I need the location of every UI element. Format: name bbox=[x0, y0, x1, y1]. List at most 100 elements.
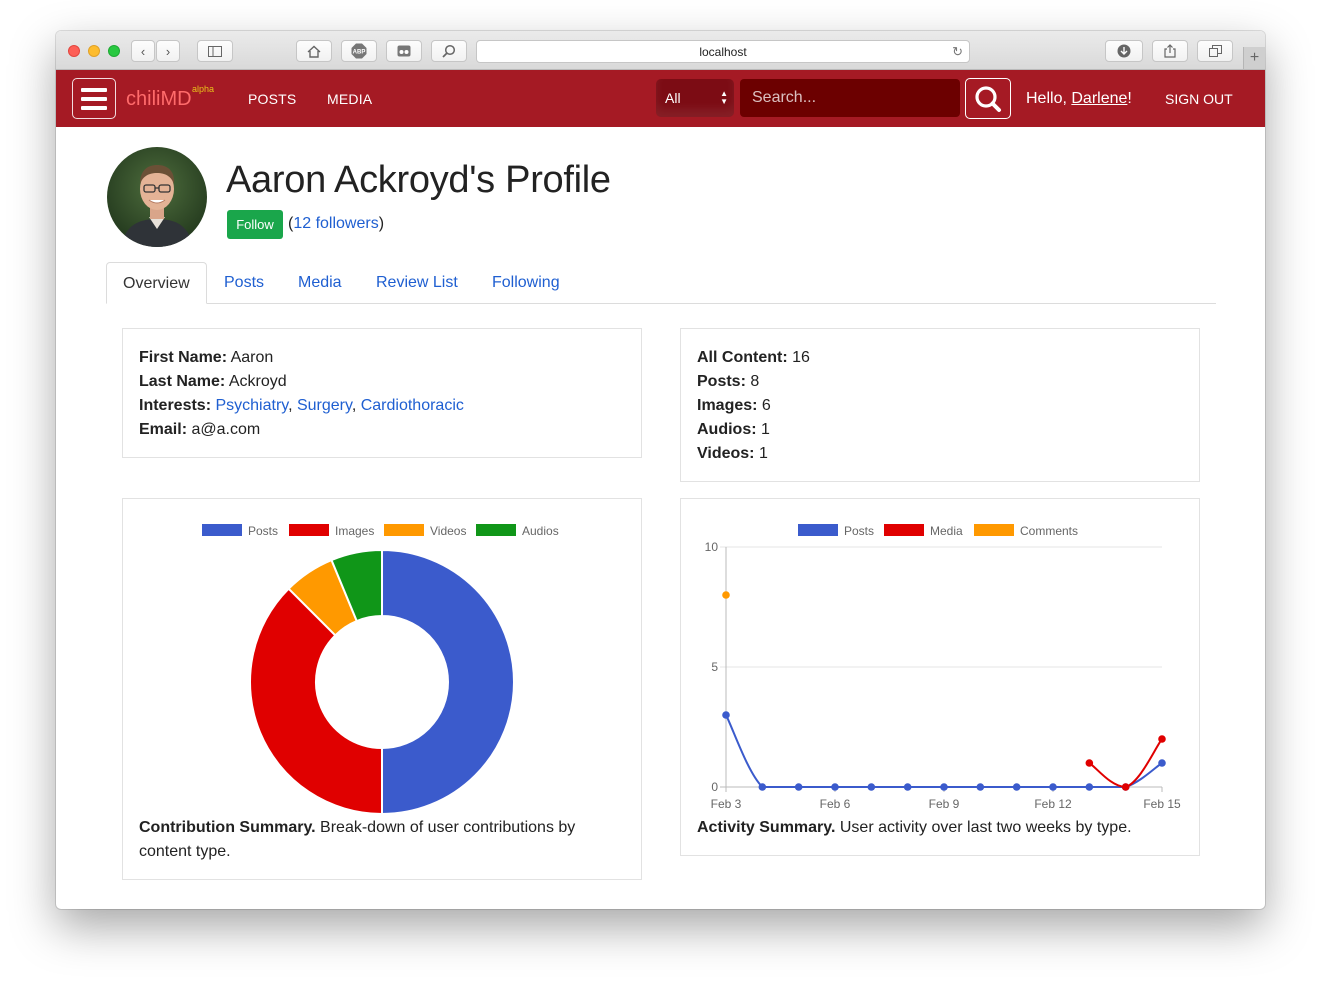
hamburger-icon-bar bbox=[81, 96, 107, 101]
legend-label: Images bbox=[335, 524, 374, 538]
zoom-window-button[interactable] bbox=[108, 45, 120, 57]
legend-swatch bbox=[289, 524, 329, 536]
tab-posts[interactable]: Posts bbox=[224, 262, 264, 304]
stat-row: All Content: 16 bbox=[697, 346, 1183, 370]
search-button[interactable] bbox=[965, 78, 1011, 119]
last-name-label: Last Name: bbox=[139, 373, 226, 390]
legend-swatch bbox=[884, 524, 924, 536]
last-name-row: Last Name: Ackroyd bbox=[139, 370, 625, 394]
adblock-button[interactable]: ABP bbox=[341, 40, 377, 62]
caption-text: User activity over last two weeks by typ… bbox=[839, 819, 1132, 836]
data-point bbox=[1049, 783, 1057, 791]
home-button[interactable] bbox=[296, 40, 332, 62]
legend-swatch bbox=[974, 524, 1014, 536]
close-window-button[interactable] bbox=[68, 45, 80, 57]
interest-link[interactable]: Cardiothoracic bbox=[361, 397, 464, 414]
sidebar-icon bbox=[208, 45, 222, 57]
new-tab-button[interactable]: + bbox=[1243, 47, 1265, 69]
data-point bbox=[1158, 759, 1166, 767]
first-name-value: Aaron bbox=[230, 349, 274, 366]
sidebar-toggle-button[interactable] bbox=[197, 40, 233, 62]
y-tick-label: 10 bbox=[705, 540, 719, 554]
contribution-chart: Posts Images Videos Audios bbox=[202, 524, 559, 816]
follow-button[interactable]: Follow bbox=[227, 210, 283, 239]
data-point bbox=[1121, 783, 1130, 791]
activity-card: Posts Media Comments 0 5 10 Feb 3 Feb 6 Feb 9 Feb… bbox=[680, 498, 1200, 856]
y-tick-label: 0 bbox=[711, 780, 718, 794]
url-text: localhost bbox=[699, 44, 747, 59]
tab-overview[interactable]: Overview bbox=[106, 262, 207, 304]
activity-chart: Posts Media Comments 0 5 10 Feb 3 Feb 6 Feb 9 Feb… bbox=[705, 524, 1181, 811]
tab-review-list[interactable]: Review List bbox=[376, 262, 458, 304]
stats-card: All Content: 16 Posts: 8 Images: 6 Audio… bbox=[680, 328, 1200, 482]
forward-button[interactable]: › bbox=[156, 40, 180, 62]
first-name-label: First Name: bbox=[139, 349, 228, 366]
data-point bbox=[794, 783, 803, 791]
activity-caption: Activity Summary. User activity over las… bbox=[697, 816, 1187, 840]
search-toolbar-button[interactable] bbox=[431, 40, 467, 62]
y-tick-label: 5 bbox=[711, 660, 718, 674]
legend-label: Media bbox=[930, 524, 963, 538]
minimize-window-button[interactable] bbox=[88, 45, 100, 57]
data-point bbox=[1085, 783, 1094, 791]
greeting: Hello, Darlene! bbox=[1026, 90, 1132, 108]
interests-label: Interests: bbox=[139, 397, 212, 414]
email-value: a@a.com bbox=[191, 421, 261, 438]
search-icon bbox=[975, 86, 1001, 112]
chevron-left-icon: ‹ bbox=[140, 43, 146, 59]
avatar-photo bbox=[107, 147, 207, 247]
stat-label: Images: bbox=[697, 397, 758, 414]
donut-slice bbox=[249, 587, 383, 816]
address-bar[interactable]: localhost ↻ bbox=[476, 40, 970, 63]
data-point bbox=[831, 783, 839, 791]
brand-name: chiliMD bbox=[126, 88, 192, 110]
last-name-value: Ackroyd bbox=[228, 373, 287, 390]
stat-label: Posts: bbox=[697, 373, 746, 390]
interest-link[interactable]: Surgery bbox=[297, 397, 352, 414]
legend-swatch bbox=[384, 524, 424, 536]
user-name-link[interactable]: Darlene bbox=[1071, 90, 1127, 107]
reload-icon[interactable]: ↻ bbox=[952, 44, 963, 60]
search-scope-select[interactable]: All ▲ ▼ bbox=[656, 79, 734, 117]
back-button[interactable]: ‹ bbox=[131, 40, 155, 62]
data-point bbox=[1085, 759, 1094, 767]
data-point bbox=[1158, 735, 1166, 743]
interests-row: Interests: Psychiatry, Surgery, Cardioth… bbox=[139, 397, 464, 414]
donut-slice bbox=[381, 548, 515, 816]
app-navbar: chiliMD alpha POSTS MEDIA All ▲ ▼ Search.… bbox=[56, 70, 1265, 127]
sign-out-link[interactable]: SIGN OUT bbox=[1165, 91, 1233, 107]
tab-media[interactable]: Media bbox=[298, 262, 342, 304]
followers-paren-close: ) bbox=[378, 215, 385, 232]
extension-button[interactable] bbox=[386, 40, 422, 62]
tabs-overview-button[interactable] bbox=[1197, 40, 1233, 62]
search-input[interactable]: Search... bbox=[740, 79, 960, 117]
followers-link[interactable]: 12 followers bbox=[293, 215, 378, 232]
contribution-caption: Contribution Summary. Break-down of user… bbox=[139, 816, 629, 864]
share-button[interactable] bbox=[1152, 40, 1188, 62]
page-title: Aaron Ackroyd's Profile bbox=[226, 159, 611, 201]
data-point bbox=[867, 783, 876, 791]
nav-link-posts[interactable]: POSTS bbox=[248, 91, 296, 107]
stat-row: Posts: 8 bbox=[697, 370, 1183, 394]
search-scope-value: All bbox=[665, 90, 681, 106]
stat-value: 6 bbox=[761, 397, 771, 414]
greeting-suffix: ! bbox=[1127, 90, 1132, 107]
stat-value: 1 bbox=[761, 421, 770, 438]
hamburger-menu-button[interactable] bbox=[72, 78, 116, 119]
legend-swatch bbox=[798, 524, 838, 536]
downloads-button[interactable] bbox=[1105, 40, 1143, 62]
tab-following[interactable]: Following bbox=[492, 262, 560, 304]
stat-value: 16 bbox=[792, 349, 810, 366]
brand-logo[interactable]: chiliMD alpha bbox=[126, 84, 214, 111]
x-tick-label: Feb 3 bbox=[711, 797, 742, 811]
stat-label: All Content: bbox=[697, 349, 788, 366]
data-point bbox=[1012, 783, 1021, 791]
search-placeholder: Search... bbox=[752, 89, 817, 106]
x-tick-label: Feb 15 bbox=[1143, 797, 1181, 811]
browser-window: ‹ › ABP localhost ↻ + chiliMD alpha POST… bbox=[56, 31, 1265, 909]
stat-row: Audios: 1 bbox=[697, 418, 1183, 442]
legend-label: Videos bbox=[430, 524, 466, 538]
nav-link-media[interactable]: MEDIA bbox=[327, 91, 372, 107]
x-tick-label: Feb 9 bbox=[929, 797, 960, 811]
interest-link[interactable]: Psychiatry bbox=[215, 397, 288, 414]
